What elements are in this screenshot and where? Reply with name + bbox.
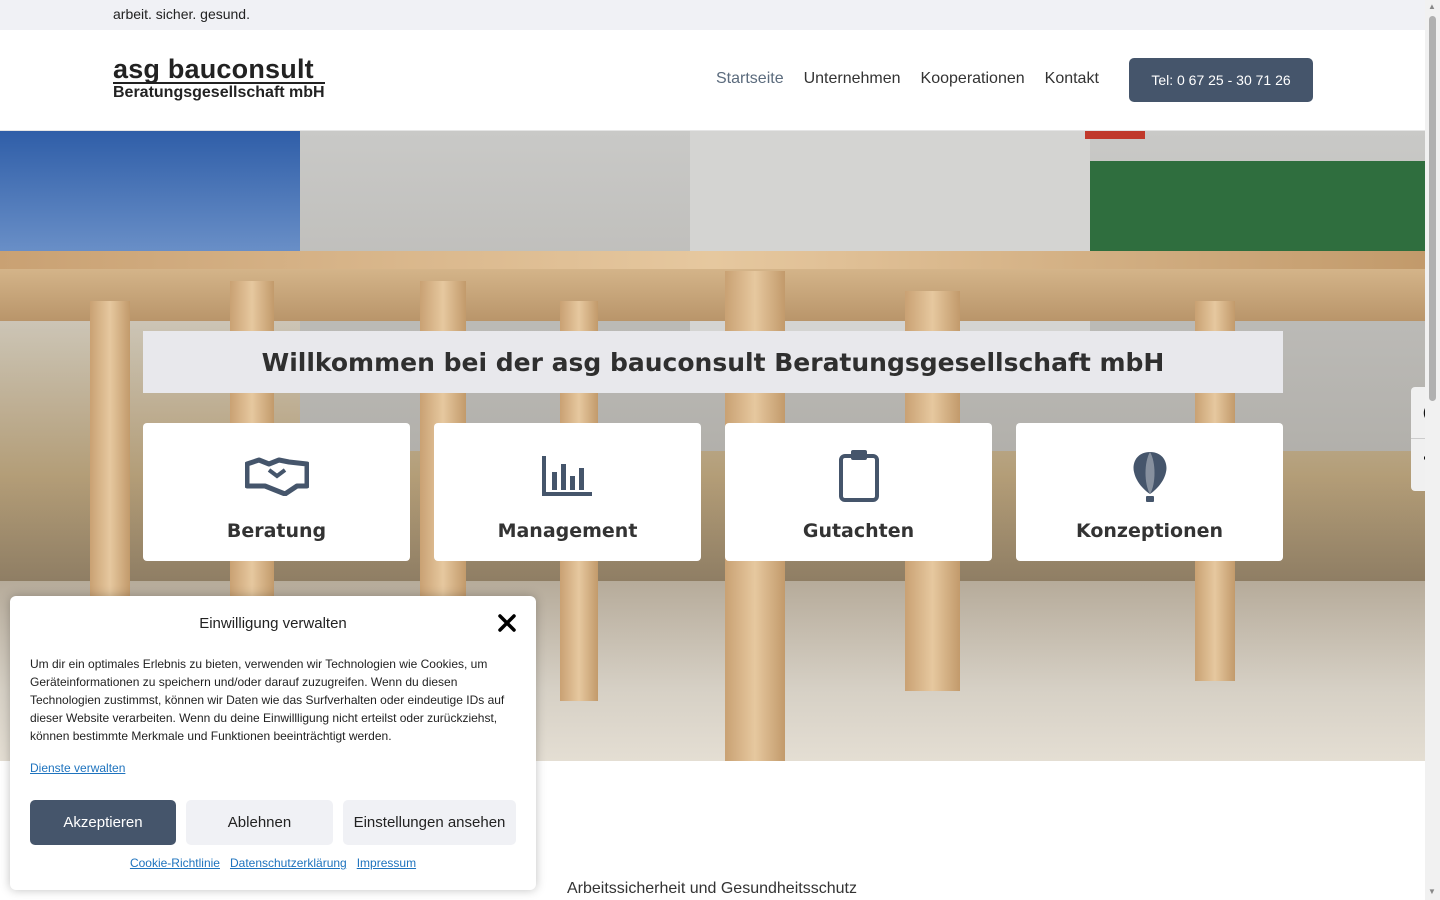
view-settings-button[interactable]: Einstellungen ansehen xyxy=(343,800,516,845)
logo-title: asg bauconsult xyxy=(113,54,314,84)
handshake-icon xyxy=(244,450,309,502)
service-card-gutachten[interactable]: Gutachten xyxy=(725,423,992,561)
consent-links: Cookie-Richtlinie Datenschutzerklärung I… xyxy=(10,856,536,870)
service-card-beratung[interactable]: Beratung xyxy=(143,423,410,561)
cookie-consent-dialog: Einwilligung verwalten Um dir ein optima… xyxy=(10,596,536,890)
nav-startseite[interactable]: Startseite xyxy=(716,70,784,88)
clipboard-icon xyxy=(838,450,879,502)
nav-kontakt[interactable]: Kontakt xyxy=(1045,70,1099,88)
close-icon[interactable] xyxy=(497,613,517,633)
section-subtitle: Arbeitssicherheit und Gesundheitsschutz xyxy=(567,880,857,897)
consent-title: Einwilligung verwalten xyxy=(199,615,347,632)
hero-red-element xyxy=(1085,131,1145,139)
imprint-link[interactable]: Impressum xyxy=(357,856,416,870)
service-card-konzeptionen[interactable]: Konzeptionen xyxy=(1016,423,1283,561)
accept-button[interactable]: Akzeptieren xyxy=(30,800,176,845)
deny-button[interactable]: Ablehnen xyxy=(186,800,333,845)
tagline: arbeit. sicher. gesund. xyxy=(113,6,250,22)
hero-timber-beam xyxy=(0,251,1425,269)
welcome-heading: Willkommen bei der asg bauconsult Beratu… xyxy=(143,331,1283,393)
logo-subtitle: Beratungsgesellschaft mbH xyxy=(113,82,325,101)
service-card-label: Beratung xyxy=(226,520,327,542)
logo[interactable]: asg bauconsult Beratungsgesellschaft mbH xyxy=(113,56,325,102)
cookie-policy-link[interactable]: Cookie-Richtlinie xyxy=(130,856,220,870)
manage-services-link[interactable]: Dienste verwalten xyxy=(30,761,125,775)
bar-chart-icon xyxy=(541,450,594,502)
nav-kooperationen[interactable]: Kooperationen xyxy=(921,70,1025,88)
service-card-management[interactable]: Management xyxy=(434,423,701,561)
site-header: asg bauconsult Beratungsgesellschaft mbH… xyxy=(0,30,1425,131)
service-card-label: Gutachten xyxy=(802,520,915,542)
phone-button[interactable]: Tel: 0 67 25 - 30 71 26 xyxy=(1129,58,1313,102)
scroll-down-icon[interactable]: ▼ xyxy=(1428,887,1437,896)
privacy-policy-link[interactable]: Datenschutzerklärung xyxy=(230,856,347,870)
nav-unternehmen[interactable]: Unternehmen xyxy=(804,70,901,88)
balloon-icon xyxy=(1132,450,1168,502)
scrollbar-thumb[interactable] xyxy=(1429,16,1436,401)
scroll-up-icon[interactable]: ▲ xyxy=(1428,2,1437,11)
service-card-label: Konzeptionen xyxy=(1075,520,1224,542)
service-card-label: Management xyxy=(497,520,638,542)
main-nav: Startseite Unternehmen Kooperationen Kon… xyxy=(716,70,1099,88)
top-bar: arbeit. sicher. gesund. xyxy=(0,0,1425,30)
consent-text: Um dir ein optimales Erlebnis zu bieten,… xyxy=(30,657,505,743)
